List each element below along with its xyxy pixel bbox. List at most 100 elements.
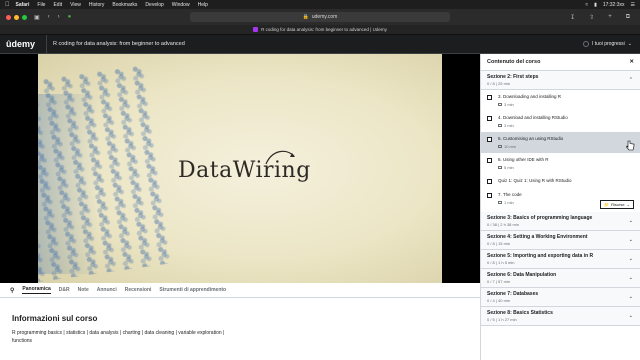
share-icon[interactable]: ⇧	[589, 14, 594, 21]
control-center-icon[interactable]: ☰	[631, 2, 635, 8]
section-title: Sezione 3: Basics of programming languag…	[487, 215, 593, 221]
menu-help[interactable]: Help	[198, 2, 208, 8]
search-icon[interactable]: ⚲	[10, 287, 14, 294]
section-header-open[interactable]: Sezione 2: First steps 0 / 8 | 25 min ⌃	[481, 71, 640, 90]
close-window-button[interactable]	[6, 14, 11, 20]
lecture-duration: 3 min	[498, 123, 568, 128]
udemy-logo[interactable]: ûdemy	[0, 39, 46, 49]
tab-bar[interactable]: R coding for data analysis: from beginne…	[0, 25, 640, 35]
course-title[interactable]: R coding for data analysis: from beginne…	[53, 41, 185, 47]
apple-icon[interactable]: 	[5, 2, 10, 8]
quiz-item[interactable]: Quiz 1: Quiz 1: Using R with RStudio	[481, 174, 640, 188]
tab-learning-tools[interactable]: Strumenti di apprendimento	[159, 287, 226, 293]
video-player[interactable]: DataWiring	[0, 54, 480, 283]
tab-notes[interactable]: Note	[78, 287, 89, 293]
tab-title[interactable]: R coding for data analysis: from beginne…	[261, 27, 387, 32]
section-title: Sezione 6: Data Manipulation	[487, 272, 557, 278]
menu-edit[interactable]: Edit	[53, 2, 62, 8]
section-header[interactable]: Sezione 8: Basics Statistics 0 / 5 | 1 h…	[481, 307, 640, 326]
section-header[interactable]: Sezione 4: Setting a Working Environment…	[481, 231, 640, 250]
menu-bookmarks[interactable]: Bookmarks	[112, 2, 137, 8]
lecture-item[interactable]: 6. Using other IDE with R 5 min	[481, 153, 640, 174]
chevron-down-icon: ⌄	[628, 313, 633, 319]
download-icon[interactable]: ↧	[570, 14, 575, 21]
video-icon	[498, 166, 502, 169]
tab-reviews[interactable]: Recensioni	[125, 287, 152, 293]
lecture-item[interactable]: 3. Downloading and installing R 3 min	[481, 90, 640, 111]
minimize-window-button[interactable]	[14, 14, 19, 20]
lecture-item[interactable]: 4. Download and installing RStudio 3 min	[481, 111, 640, 132]
lecture-title: 3. Downloading and installing R	[498, 94, 562, 99]
menu-history[interactable]: History	[89, 2, 105, 8]
wifi-icon[interactable]: ≈	[585, 2, 588, 8]
menu-file[interactable]: File	[37, 2, 45, 8]
section-header[interactable]: Sezione 3: Basics of programming languag…	[481, 212, 640, 231]
tab-overview-icon[interactable]: ⧉	[626, 14, 630, 21]
section-meta: 0 / 38 | 2 h 38 min	[487, 222, 519, 227]
zoom-window-button[interactable]	[22, 14, 27, 20]
section-title: Sezione 7: Databases	[487, 291, 539, 297]
battery-icon[interactable]: ▮	[594, 2, 597, 8]
menu-app-name[interactable]: Safari	[16, 2, 30, 8]
address-bar[interactable]: 🔒 udemy.com	[190, 12, 450, 22]
extension-icon[interactable]: ●	[68, 14, 72, 20]
lecture-checkbox[interactable]	[487, 137, 492, 142]
lecture-checkbox[interactable]	[487, 193, 492, 198]
progress-label: I tuoi progressi	[592, 41, 625, 47]
progress-ring-icon	[583, 41, 589, 47]
tab-overview[interactable]: Panoramica	[22, 286, 51, 294]
sidebar-title: Contenuto del corso	[487, 59, 541, 65]
lecture-title: 4. Download and installing RStudio	[498, 115, 568, 120]
menu-view[interactable]: View	[70, 2, 81, 8]
section-title: Sezione 2: First steps	[487, 74, 539, 80]
chevron-down-icon: ⌄	[628, 275, 633, 281]
video-icon	[498, 124, 502, 127]
section-header[interactable]: Sezione 6: Data Manipulation 0 / 7 | 57 …	[481, 269, 640, 288]
lecture-title: 5. Customising an using RStudio	[498, 136, 564, 141]
tab-qa[interactable]: D&R	[59, 287, 70, 293]
chevron-down-icon: ⌄	[628, 218, 633, 224]
paint-dots-decoration	[38, 65, 172, 283]
forward-icon[interactable]: ›	[58, 14, 60, 20]
section-title: Sezione 4: Setting a Working Environment	[487, 234, 588, 240]
lecture-duration: 1 min	[498, 200, 522, 205]
menu-window[interactable]: Window	[172, 2, 190, 8]
progress-button[interactable]: I tuoi progressi ⌄	[583, 41, 640, 47]
header-divider	[46, 34, 47, 54]
lecture-checkbox[interactable]	[487, 116, 492, 121]
section-meta: 0 / 5 | 1 h 27 min	[487, 317, 517, 322]
chevron-down-icon: ⌄	[627, 41, 632, 47]
lecture-duration: 3 min	[498, 102, 561, 107]
sidebar-header: Contenuto del corso ✕	[481, 54, 640, 71]
chevron-down-icon: ⌄	[628, 256, 633, 262]
section-meta: 0 / 7 | 57 min	[487, 279, 511, 284]
lecture-item[interactable]: 7. The code 1 min 📁 Risorse ⌄	[481, 188, 640, 212]
lecture-title: 6. Using other IDE with R	[498, 157, 549, 162]
course-header: ûdemy R coding for data analysis: from b…	[0, 34, 640, 54]
document-icon	[498, 201, 502, 204]
menubar-clock[interactable]: 17:32:3xx	[603, 2, 625, 8]
section-meta: 0 / 8 | 15 min	[487, 241, 511, 246]
course-info-description: R programming basics | statistics | data…	[12, 330, 225, 344]
section-header[interactable]: Sezione 7: Databases 0 / 4 | 40 min ⌄	[481, 288, 640, 307]
back-icon[interactable]: ‹	[48, 14, 50, 20]
lecture-checkbox[interactable]	[487, 158, 492, 163]
section-meta: 0 / 8 | 25 min	[487, 81, 511, 86]
lecture-checkbox[interactable]	[487, 95, 492, 100]
lock-icon: 🔒	[302, 14, 309, 20]
menu-develop[interactable]: Develop	[145, 2, 163, 8]
section-header[interactable]: Sezione 5: Importing and exporting data …	[481, 250, 640, 269]
brand-arrow-icon	[265, 150, 295, 165]
video-frame[interactable]: DataWiring	[38, 54, 442, 283]
sidebar-toggle-icon[interactable]: ▣	[34, 14, 40, 21]
tab-announcements[interactable]: Annunci	[97, 287, 117, 293]
course-content-sidebar: Contenuto del corso ✕ Sezione 2: First s…	[480, 54, 640, 360]
new-tab-icon[interactable]: +	[608, 14, 612, 21]
close-icon[interactable]: ✕	[629, 59, 634, 65]
lecture-checkbox[interactable]	[487, 179, 492, 184]
lecture-item-active[interactable]: 5. Customising an using RStudio 10 min	[481, 132, 640, 153]
lecture-duration: 10 min	[498, 144, 563, 149]
udemy-favicon-icon	[253, 27, 259, 32]
resources-dropdown-button[interactable]: 📁 Risorse ⌄	[600, 200, 634, 209]
mouse-pointer-icon	[626, 140, 635, 151]
